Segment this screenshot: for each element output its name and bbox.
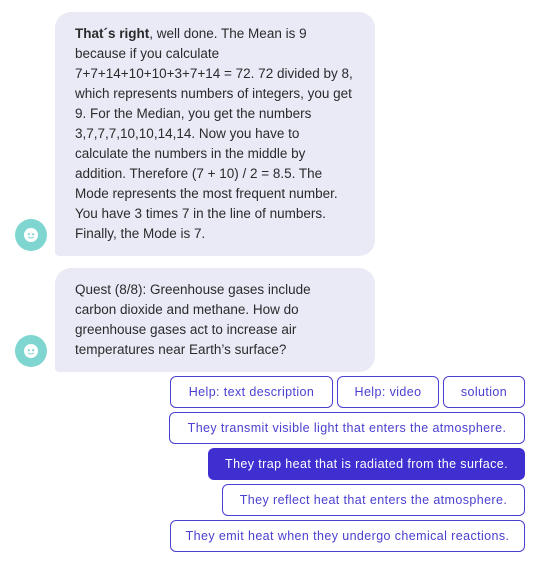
answer-option-4[interactable]: They emit heat when they undergo chemica… (170, 520, 525, 552)
chat-window: That´s right, well done. The Mean is 9 b… (0, 0, 549, 567)
help-video-button[interactable]: Help: video (337, 376, 439, 408)
answer-option-1[interactable]: They transmit visible light that enters … (169, 412, 525, 444)
bot-face-icon (24, 228, 38, 242)
bot-face-icon (24, 344, 38, 358)
message-text: , well done. The Mean is 9 because if yo… (75, 26, 353, 241)
bot-avatar (15, 335, 47, 367)
bot-question-bubble: Quest (8/8): Greenhouse gases include ca… (55, 268, 375, 372)
solution-button[interactable]: solution (443, 376, 525, 408)
answer-option-2-selected[interactable]: They trap heat that is radiated from the… (208, 448, 525, 480)
help-text-description-button[interactable]: Help: text description (170, 376, 333, 408)
bot-message-bubble: That´s right, well done. The Mean is 9 b… (55, 12, 375, 256)
answer-option-3[interactable]: They reflect heat that enters the atmosp… (222, 484, 525, 516)
message-bold-prefix: That´s right (75, 26, 150, 41)
bot-avatar (15, 219, 47, 251)
question-text: Quest (8/8): Greenhouse gases include ca… (75, 282, 311, 357)
